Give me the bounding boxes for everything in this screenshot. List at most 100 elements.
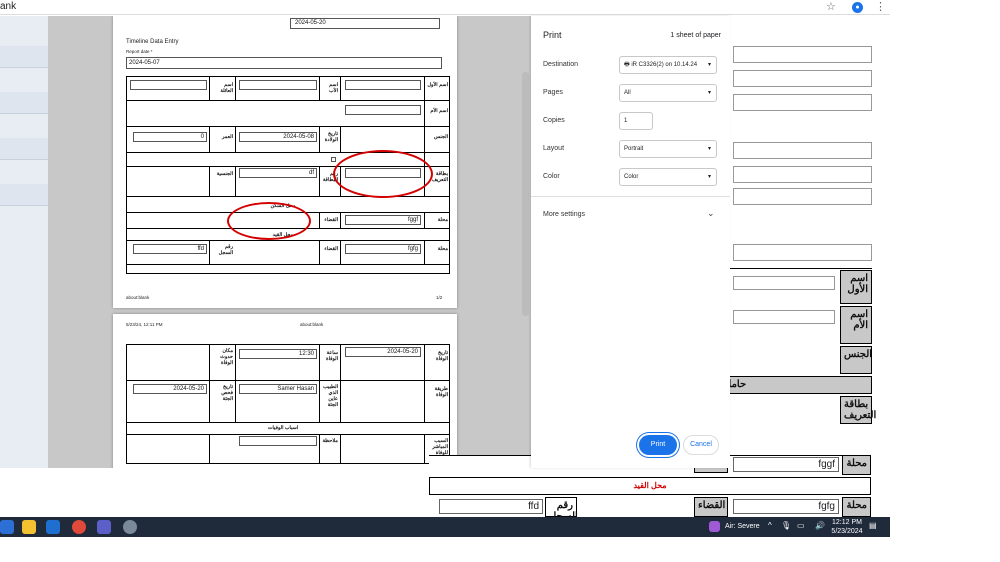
bg-input	[733, 188, 872, 205]
sheet-count: 1 sheet of paper	[670, 32, 721, 39]
bg-input	[733, 94, 872, 111]
start-icon[interactable]	[0, 520, 14, 534]
first-name-value	[345, 80, 421, 90]
bg-label-gender: الجنس	[840, 346, 872, 374]
app-icon[interactable]	[123, 520, 137, 534]
page-header-center: about:blank	[300, 322, 324, 327]
birth-date-value: 2024-05-08	[239, 132, 317, 142]
screen: ank ☆ ● ⋮ 2024-05-20 Timeline Data Entry…	[0, 0, 1000, 562]
address-bar-text[interactable]: ank	[0, 1, 16, 12]
chevron-up-icon[interactable]: ^	[768, 521, 772, 530]
destination-value: iR C3326(2) on 10.14.24	[631, 62, 698, 68]
bg-label-registry-number: رقم السجل	[545, 497, 578, 522]
pregnant-checkbox	[331, 157, 336, 162]
dialog-title: Print	[543, 30, 562, 40]
age-value: 0	[133, 132, 207, 142]
annotation-circle-id-card	[333, 150, 433, 198]
print-button[interactable]: Print	[639, 435, 677, 455]
label-death-time: ساعة الوفاة	[325, 350, 338, 362]
sidebar-row	[0, 184, 48, 206]
bg-label-pregnant: حامل	[720, 376, 872, 394]
family-name-value	[130, 80, 207, 90]
color-value: Color	[624, 174, 639, 180]
label-nationality: الجنسية	[216, 171, 233, 177]
bg-label-registry: محل القيد	[429, 477, 871, 495]
label-district: القضاء	[324, 217, 338, 223]
label-locality: محلة	[437, 217, 448, 223]
label-first-name: اسم الأول	[427, 82, 448, 88]
expand-chevron-icon[interactable]: ⌄	[707, 208, 715, 219]
death-date-value: 2024-05-20	[345, 347, 421, 357]
print-preview-area[interactable]: 2024-05-20 Timeline Data Entry Report da…	[48, 16, 531, 468]
bg-locality-value: fggf	[733, 457, 839, 472]
sidebar-row	[0, 46, 48, 68]
chevron-down-icon: ▾	[707, 62, 711, 68]
label-age: العمر	[222, 134, 233, 140]
bookmark-star-icon[interactable]: ☆	[826, 0, 836, 13]
section-title: Timeline Data Entry	[126, 39, 179, 45]
label-death-method: طريقة الوفاة	[434, 386, 448, 398]
color-select[interactable]: Color ▾	[619, 168, 717, 186]
label-family-name: اسم العائلة	[220, 82, 233, 94]
bg-registry-number-value: ffd	[439, 499, 543, 514]
report-date-label: Report date *	[126, 49, 153, 54]
bg-first-name-input	[733, 276, 835, 290]
preview-scrollbar[interactable]	[522, 72, 529, 316]
bg-label-locality-2: محلة	[842, 497, 871, 517]
death-time-value: 12:30	[239, 349, 317, 359]
page-footer-right: 1/2	[436, 295, 443, 300]
outlook-icon[interactable]	[46, 520, 60, 534]
layout-select[interactable]: Portrait ▾	[619, 140, 717, 158]
file-explorer-icon[interactable]	[22, 520, 36, 534]
chrome-icon[interactable]	[72, 520, 86, 534]
printer-icon: 🖶	[624, 62, 630, 68]
pages-select[interactable]: All ▾	[619, 84, 717, 102]
bg-label-first-name: اسم الأول	[840, 270, 872, 304]
microphone-icon[interactable]: 🎙	[781, 521, 791, 530]
label-notes: ملاحظة	[322, 438, 338, 444]
notes-value	[239, 436, 317, 446]
label-exam-date: تاريخ فحص الجثة	[221, 384, 233, 402]
profile-avatar-icon[interactable]: ●	[852, 2, 863, 13]
color-label: Color	[543, 173, 560, 180]
network-icon[interactable]: ▭	[797, 521, 805, 530]
chevron-down-icon: ▾	[707, 146, 711, 152]
bg-label-mother-name: اسم الأم	[840, 306, 872, 344]
label-doctor: الطبيب الذي عاين الجثة	[323, 384, 338, 408]
label-father-name: اسم الأب	[329, 82, 338, 94]
copies-label: Copies	[543, 117, 565, 124]
mother-name-value	[345, 105, 421, 115]
bg-mother-name-input	[733, 310, 835, 324]
clock-time[interactable]: 12:12 PM	[832, 519, 862, 526]
annotation-circle-registry	[227, 202, 311, 240]
menu-kebab-icon[interactable]: ⋮	[875, 0, 886, 13]
cancel-button[interactable]: Cancel	[683, 435, 719, 455]
registry-number-value: ffd	[133, 244, 207, 254]
chevron-down-icon: ▾	[707, 174, 711, 180]
locality-2-value: fgfg	[345, 244, 421, 254]
weather-icon	[709, 521, 720, 532]
more-settings-toggle[interactable]: More settings	[543, 211, 585, 218]
volume-icon[interactable]: 🔊	[815, 521, 825, 530]
weather-text[interactable]: Air: Severe	[725, 523, 760, 530]
destination-select[interactable]: 🖶 iR C3326(2) on 10.14.24 ▾	[619, 56, 717, 74]
layout-label: Layout	[543, 145, 565, 152]
destination-label: Destination	[543, 61, 579, 68]
bg-label-locality: محلة	[842, 455, 871, 475]
teams-icon[interactable]	[97, 520, 111, 534]
label-district-2: القضاء	[324, 246, 338, 252]
label-locality-2: محلة	[437, 246, 448, 252]
doctor-value: Samer Hasan	[239, 384, 317, 394]
copies-input[interactable]: 1	[619, 112, 653, 130]
bg-input	[733, 166, 872, 183]
bg-input	[733, 142, 872, 159]
report-date-field: 2024-05-07	[126, 57, 442, 69]
clock-date[interactable]: 5/23/2024	[830, 528, 864, 535]
browser-toolbar: ank ☆ ● ⋮	[0, 0, 890, 15]
label-direct-cause: السبب المباشر للوفاة	[432, 438, 448, 456]
windows-taskbar: Air: Severe ^ 🎙 ▭ 🔊 12:12 PM 5/23/2024 ▤	[0, 517, 890, 537]
label-gender: الجنس	[433, 134, 448, 140]
label-birth-date: تاريخ الولادة	[324, 131, 338, 143]
background-app-sidebar	[0, 16, 48, 468]
notifications-icon[interactable]: ▤	[869, 521, 877, 530]
